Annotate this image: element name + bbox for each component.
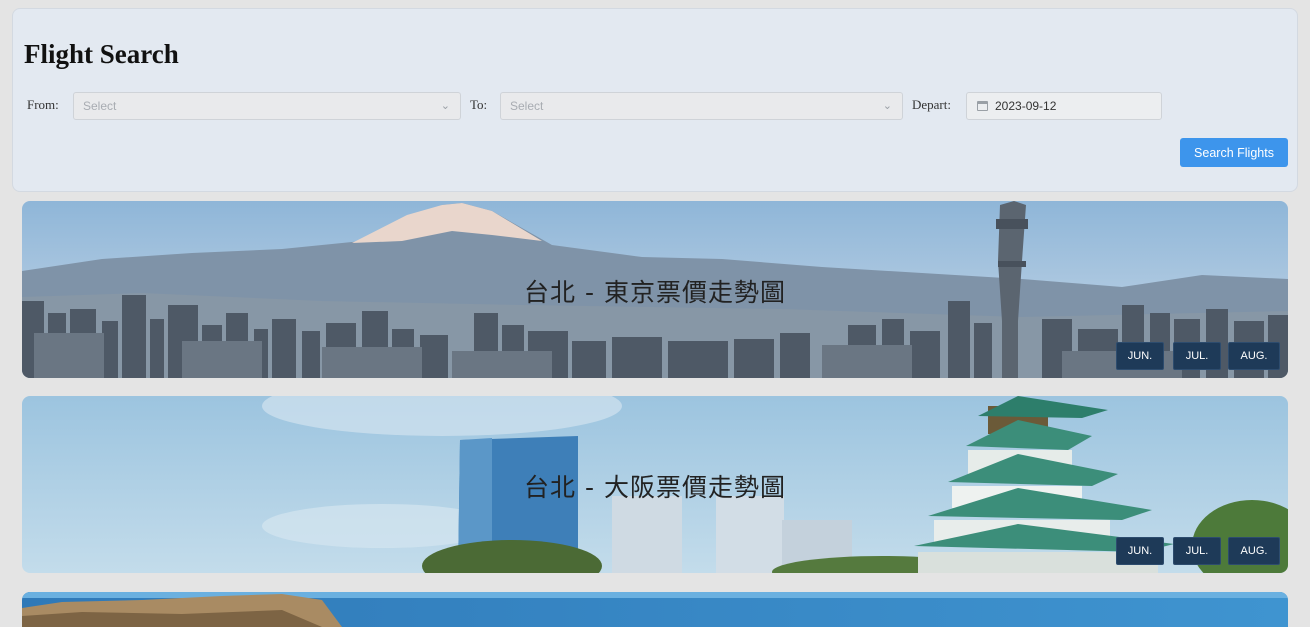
- page-title: Flight Search: [24, 39, 179, 69]
- month-button-jun[interactable]: JUN.: [1116, 537, 1164, 565]
- calendar-icon: [977, 101, 988, 111]
- to-select-placeholder: Select: [510, 99, 544, 113]
- route-card-partial[interactable]: [22, 592, 1288, 627]
- depart-label: Depart:: [912, 97, 951, 112]
- to-select[interactable]: Select ⌄: [500, 92, 903, 120]
- chevron-down-icon: ⌄: [440, 100, 450, 112]
- route-card-osaka[interactable]: 台北 - 大阪票價走勢圖 JUN. JUL. AUG.: [22, 396, 1288, 573]
- month-button-aug[interactable]: AUG.: [1228, 342, 1280, 370]
- chevron-down-icon: ⌄: [882, 100, 892, 112]
- route-title-tokyo: 台北 - 東京票價走勢圖: [524, 278, 786, 307]
- route-card-tokyo[interactable]: 台北 - 東京票價走勢圖 JUN. JUL. AUG.: [22, 201, 1288, 378]
- flight-search-panel: Flight Search From: Select ⌄ To: Select …: [12, 8, 1298, 192]
- depart-date-input[interactable]: 2023-09-12: [966, 92, 1162, 120]
- from-label: From:: [27, 97, 59, 112]
- month-button-jun[interactable]: JUN.: [1116, 342, 1164, 370]
- month-button-jul[interactable]: JUL.: [1173, 537, 1221, 565]
- month-button-aug[interactable]: AUG.: [1228, 537, 1280, 565]
- search-flights-button[interactable]: Search Flights: [1180, 138, 1288, 167]
- from-select-placeholder: Select: [83, 99, 117, 113]
- from-select[interactable]: Select ⌄: [73, 92, 461, 120]
- month-button-jul[interactable]: JUL.: [1173, 342, 1221, 370]
- depart-date-value: 2023-09-12: [995, 99, 1057, 113]
- coastal-scene-image: [22, 592, 1288, 627]
- to-label: To:: [470, 97, 488, 112]
- route-title-osaka: 台北 - 大阪票價走勢圖: [524, 473, 786, 502]
